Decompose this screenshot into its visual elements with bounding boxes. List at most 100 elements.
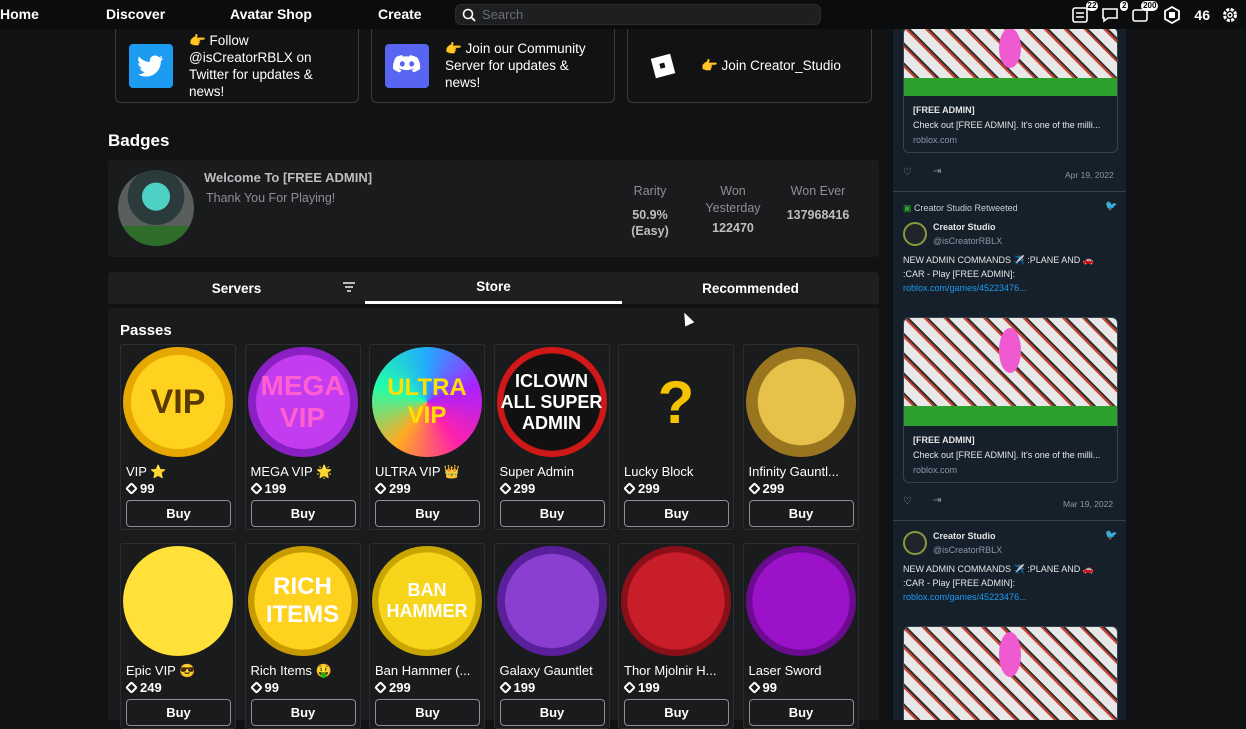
pass-thumbnail[interactable] <box>123 546 233 656</box>
settings-button[interactable] <box>1220 5 1240 25</box>
tweet-author[interactable]: Creator Studio <box>933 222 996 232</box>
pass-name[interactable]: Infinity Gauntl... <box>749 464 857 479</box>
tab-servers[interactable]: Servers <box>108 272 365 304</box>
pass-name[interactable]: VIP ⭐ <box>126 464 234 480</box>
nav-create[interactable]: Create <box>378 6 422 22</box>
buy-button[interactable]: Buy <box>375 699 480 726</box>
pass-name[interactable]: Ban Hammer (... <box>375 663 483 678</box>
pass-name[interactable]: Galaxy Gauntlet <box>500 663 608 678</box>
pass-card[interactable]: Epic VIP 😎 249 Buy <box>120 543 236 729</box>
tweet-date: Mar 19, 2022 <box>1063 499 1114 509</box>
pass-card[interactable]: ICLOWN ALL SUPER ADMIN Super Admin 299 Buy <box>493 344 610 530</box>
pass-name[interactable]: Lucky Block <box>624 464 732 479</box>
notifications-button[interactable]: 2 <box>1100 0 1129 25</box>
tab-store[interactable]: Store <box>365 272 622 304</box>
pass-thumbnail[interactable]: MEGA VIP <box>247 347 358 457</box>
buy-button[interactable]: Buy <box>126 500 231 527</box>
share-icon[interactable]: ⇥ <box>933 495 941 506</box>
tweet-author[interactable]: Creator Studio <box>933 531 996 541</box>
robux-button[interactable] <box>1160 5 1184 25</box>
retweet-text: Creator Studio Retweeted <box>914 203 1018 213</box>
nav-discover[interactable]: Discover <box>106 6 165 22</box>
badge-row[interactable]: Welcome To [FREE ADMIN] Thank You For Pl… <box>108 160 879 257</box>
friends-button[interactable]: 200 <box>1130 0 1159 25</box>
buy-button[interactable]: Buy <box>624 699 729 726</box>
buy-button[interactable]: Buy <box>499 699 605 726</box>
like-icon[interactable]: ♡ <box>903 496 912 507</box>
buy-button[interactable]: Buy <box>126 699 231 726</box>
roblox-group-card-text: 👉 Join Creator_Studio <box>701 58 841 73</box>
search-input[interactable]: Search <box>455 4 821 25</box>
avatar[interactable] <box>903 222 927 246</box>
discord-social-card[interactable]: 👉 Join our Community Server for updates … <box>371 29 615 103</box>
twitter-bird-icon: 🐦 <box>1105 201 1118 212</box>
pass-name[interactable]: ULTRA VIP 👑 <box>375 464 483 480</box>
tab-recommended[interactable]: Recommended <box>622 272 879 304</box>
pass-thumbnail[interactable] <box>745 347 856 457</box>
badge-description: Thank You For Playing! <box>206 191 336 205</box>
pass-name[interactable]: Super Admin <box>500 464 608 479</box>
feed-link-card[interactable]: [FREE ADMIN] Check out [FREE ADMIN]. It'… <box>903 317 1118 483</box>
nav-home[interactable]: Home <box>0 6 39 22</box>
pass-thumbnail[interactable]: ICLOWN ALL SUPER ADMIN <box>496 347 607 457</box>
messages-count: 22 <box>1085 0 1099 11</box>
pass-price: 299 <box>374 481 411 496</box>
pass-card[interactable]: RICH ITEMS Rich Items 🤑 99 Buy <box>244 543 361 729</box>
text-line: Twitter for updates & <box>189 66 313 82</box>
pass-name[interactable]: Laser Sword <box>749 663 857 678</box>
pass-thumbnail[interactable]: ULTRA VIP <box>372 347 482 457</box>
pass-thumbnail[interactable]: BAN HAMMER <box>372 546 482 656</box>
pass-thumbnail[interactable] <box>621 546 731 656</box>
buy-button[interactable]: Buy <box>375 500 480 527</box>
buy-button[interactable]: Buy <box>250 699 356 726</box>
pass-thumbnail[interactable]: RICH ITEMS <box>247 546 358 656</box>
text-line: news! <box>189 83 225 99</box>
pass-name[interactable]: Epic VIP 😎 <box>126 663 234 679</box>
like-icon[interactable]: ♡ <box>903 167 912 178</box>
tweet-link[interactable]: roblox.com/games/45223476... <box>903 283 1027 293</box>
feed-link-card[interactable] <box>903 626 1118 720</box>
tweet-line: NEW ADMIN COMMANDS ✈️ :PLANE AND 🚗 <box>903 255 1094 265</box>
filter-icon[interactable] <box>342 281 356 293</box>
pass-card[interactable]: Laser Sword 99 Buy <box>742 543 859 729</box>
feed-link-card[interactable]: [FREE ADMIN] Check out [FREE ADMIN]. It'… <box>903 29 1118 153</box>
messages-button[interactable]: 22 <box>1070 0 1099 25</box>
pass-card[interactable]: BAN HAMMER Ban Hammer (... 299 Buy <box>369 543 485 729</box>
pass-thumbnail[interactable] <box>745 546 856 656</box>
pass-card[interactable]: VIP VIP ⭐ 99 Buy <box>120 344 236 530</box>
pass-thumbnail[interactable] <box>496 546 607 656</box>
pass-price-value: 299 <box>638 481 660 496</box>
pass-thumbnail[interactable]: VIP <box>123 347 233 457</box>
pass-card[interactable]: ULTRA VIP ULTRA VIP 👑 299 Buy <box>369 344 485 530</box>
rarity-label: Rarity <box>633 184 667 198</box>
buy-button[interactable]: Buy <box>250 500 356 527</box>
card-desc: Check out [FREE ADMIN]. It's one of the … <box>913 120 1101 130</box>
buy-button[interactable]: Buy <box>748 500 854 527</box>
discord-icon <box>385 43 429 88</box>
buy-button[interactable]: Buy <box>748 699 854 726</box>
tweet-link[interactable]: roblox.com/games/45223476... <box>903 592 1027 602</box>
badges-heading: Badges <box>108 131 170 150</box>
buy-button[interactable]: Buy <box>499 500 605 527</box>
pass-name[interactable]: Thor Mjolnir H... <box>624 663 732 678</box>
avatar[interactable] <box>903 531 927 555</box>
pass-name[interactable]: Rich Items 🤑 <box>251 663 359 679</box>
pass-name[interactable]: MEGA VIP 🌟 <box>251 464 359 480</box>
share-icon[interactable]: ⇥ <box>933 166 941 177</box>
pass-card[interactable]: MEGA VIP MEGA VIP 🌟 199 Buy <box>244 344 361 530</box>
robux-icon <box>1164 5 1181 24</box>
twitter-social-card[interactable]: 👉 Follow @isCreatorRBLX on Twitter for u… <box>115 29 359 103</box>
tweet-handle[interactable]: @isCreatorRBLX <box>933 545 1002 555</box>
pass-card[interactable]: Thor Mjolnir H... 199 Buy <box>618 543 734 729</box>
pass-card[interactable]: Infinity Gauntl... 299 Buy <box>742 344 859 530</box>
roblox-group-social-card[interactable]: 👉 Join Creator_Studio <box>627 29 872 103</box>
pass-price-value: 249 <box>140 680 162 695</box>
robux-icon <box>623 482 636 495</box>
tweet-handle[interactable]: @isCreatorRBLX <box>933 236 1002 246</box>
nav-avatar-shop[interactable]: Avatar Shop <box>230 6 312 22</box>
buy-button[interactable]: Buy <box>624 500 729 527</box>
pass-card[interactable]: ? Lucky Block 299 Buy <box>618 344 734 530</box>
pass-thumbnail[interactable]: ? <box>621 347 731 457</box>
pass-card[interactable]: Galaxy Gauntlet 199 Buy <box>493 543 610 729</box>
pass-price-value: 199 <box>513 680 536 695</box>
